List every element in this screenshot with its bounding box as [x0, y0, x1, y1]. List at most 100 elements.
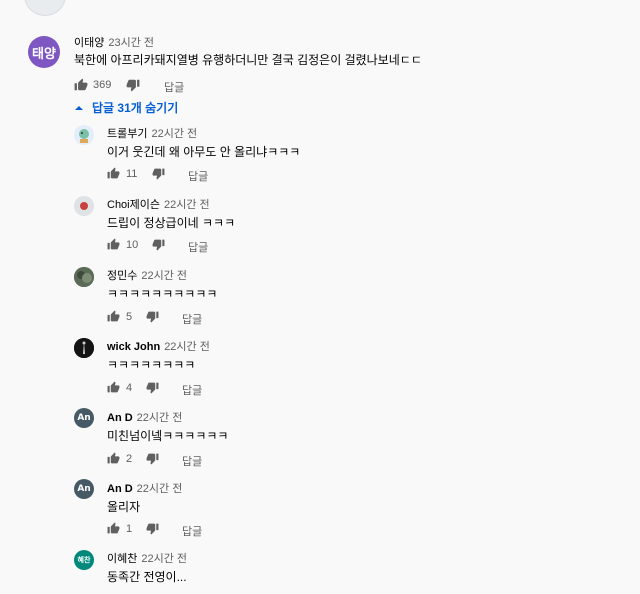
avatar[interactable] [74, 196, 94, 216]
comment-time[interactable]: 22시간 전 [137, 412, 183, 424]
like-count: 5 [126, 311, 133, 323]
dislike-button[interactable] [146, 310, 159, 323]
thumb-up-icon [107, 381, 120, 393]
avatar[interactable]: An [74, 408, 94, 428]
thumb-up-icon [107, 238, 120, 250]
like-button[interactable] [107, 310, 120, 323]
comment-header: 이태양 23시간 전 [74, 34, 154, 50]
avatar[interactable]: An [74, 479, 94, 499]
like-count: 2 [126, 453, 133, 465]
avatar[interactable]: 혜찬 [74, 550, 94, 570]
avatar-picture [79, 129, 89, 143]
avatar[interactable] [74, 338, 94, 358]
like-button[interactable] [107, 452, 120, 465]
comment-text: ㅋㅋㅋㅋㅋㅋㅋㅋㅋㅋ [107, 287, 218, 301]
thumb-up-icon [107, 167, 120, 179]
like-button[interactable] [107, 167, 120, 180]
comment-time[interactable]: 22시간 전 [164, 199, 210, 211]
avatar-initials: An [77, 484, 91, 494]
comment-time[interactable]: 22시간 전 [151, 128, 197, 140]
avatar-picture [74, 196, 94, 216]
previous-avatar-fragment [24, 0, 66, 16]
reply-button[interactable]: 답글 [188, 239, 208, 255]
avatar-initials: 혜찬 [77, 556, 91, 564]
dislike-button[interactable] [152, 238, 165, 251]
like-button[interactable] [74, 78, 88, 92]
comment-time[interactable]: 23시간 전 [108, 37, 154, 49]
comment-actions: 5 답글 [107, 310, 307, 326]
thumb-down-icon [126, 79, 140, 92]
reply-button[interactable]: 답글 [164, 79, 184, 95]
comment-text: 드립이 정상급이네 ㅋㅋㅋ [107, 216, 236, 230]
comment-time[interactable]: 22시간 전 [141, 270, 187, 282]
avatar[interactable] [74, 125, 94, 145]
reply-button[interactable]: 답글 [188, 168, 208, 184]
thumb-up-icon [107, 310, 120, 322]
comment-text: 동족간 전영이... [107, 570, 187, 584]
comment-text: ㅋㅋㅋㅋㅋㅋㅋㅋ [107, 358, 196, 372]
thumb-up-icon [74, 78, 88, 91]
dislike-button[interactable] [152, 167, 165, 180]
comment-header: An D 22시간 전 [107, 480, 182, 496]
hide-replies-toggle[interactable]: 답글 31개 숨기기 [74, 99, 178, 116]
comment-author[interactable]: An D [107, 412, 133, 424]
comment-author[interactable]: 트롤부기 [107, 128, 147, 140]
comment-header: Choi제이슨 22시간 전 [107, 196, 210, 212]
comment-author[interactable]: An D [107, 483, 133, 495]
reply-button[interactable]: 답글 [182, 311, 202, 327]
dislike-button[interactable] [146, 452, 159, 465]
comment-actions: 10 답글 [107, 238, 307, 254]
thumb-down-icon [152, 168, 165, 180]
comment-text: 이거 웃긴데 왜 아무도 안 올리냐ㅋㅋㅋ [107, 145, 301, 159]
thumb-down-icon [152, 239, 165, 251]
comment-header: 트롤부기 22시간 전 [107, 125, 197, 141]
comment-actions: 2 답글 [107, 452, 307, 468]
thumb-down-icon [146, 523, 159, 535]
like-count: 369 [93, 79, 112, 91]
comment-author[interactable]: Choi제이슨 [107, 199, 160, 211]
comment-time[interactable]: 22시간 전 [137, 483, 183, 495]
thumb-down-icon [146, 311, 159, 323]
thumb-up-icon [107, 452, 120, 464]
like-button[interactable] [107, 381, 120, 394]
comment-author[interactable]: 이태양 [74, 37, 104, 49]
avatar[interactable] [74, 267, 94, 287]
comment-actions: 4 답글 [107, 381, 307, 397]
reply-button[interactable]: 답글 [182, 523, 202, 539]
dislike-button[interactable] [146, 522, 159, 535]
comment-header: wick John 22시간 전 [107, 338, 210, 354]
comment-header: An D 22시간 전 [107, 409, 182, 425]
thumb-down-icon [146, 453, 159, 465]
avatar[interactable]: 태양 [28, 36, 60, 68]
comment-time[interactable]: 22시간 전 [164, 341, 210, 353]
like-count: 11 [126, 168, 138, 180]
dislike-button[interactable] [126, 78, 140, 92]
hide-replies-label: 답글 31개 숨기기 [92, 101, 179, 115]
thumb-down-icon [146, 382, 159, 394]
caret-up-icon [75, 105, 83, 110]
comment-header: 정민수 22시간 전 [107, 267, 187, 283]
dislike-button[interactable] [146, 381, 159, 394]
comment-author[interactable]: 이혜찬 [107, 553, 137, 565]
like-count: 1 [126, 523, 133, 535]
thumb-up-icon [107, 522, 120, 534]
comment-time[interactable]: 22시간 전 [141, 553, 187, 565]
comment-text: 올리자 [107, 500, 141, 514]
like-count: 10 [126, 239, 139, 251]
comment-author[interactable]: wick John [107, 341, 160, 353]
comment-actions: 369 답글 [74, 78, 274, 94]
like-button[interactable] [107, 238, 120, 251]
comment-header: 이혜찬 22시간 전 [107, 550, 187, 566]
comment-text: 북한에 아프리카돼지열병 유행하더니만 결국 김정은이 걸렸나보네ㄷㄷ [74, 53, 422, 67]
avatar-picture [74, 267, 94, 287]
comment-actions: 11 답글 [107, 167, 307, 183]
reply-button[interactable]: 답글 [182, 382, 202, 398]
avatar-initials: 태양 [32, 46, 56, 62]
avatar-initials: An [77, 413, 91, 423]
reply-button[interactable]: 답글 [182, 453, 202, 469]
like-button[interactable] [107, 522, 120, 535]
comment-actions: 1 답글 [107, 522, 307, 538]
avatar-picture [74, 338, 94, 358]
comment-text: 미친넘이넼ㅋㅋㅋㅋㅋㅋ [107, 429, 229, 443]
comment-author[interactable]: 정민수 [107, 270, 137, 282]
